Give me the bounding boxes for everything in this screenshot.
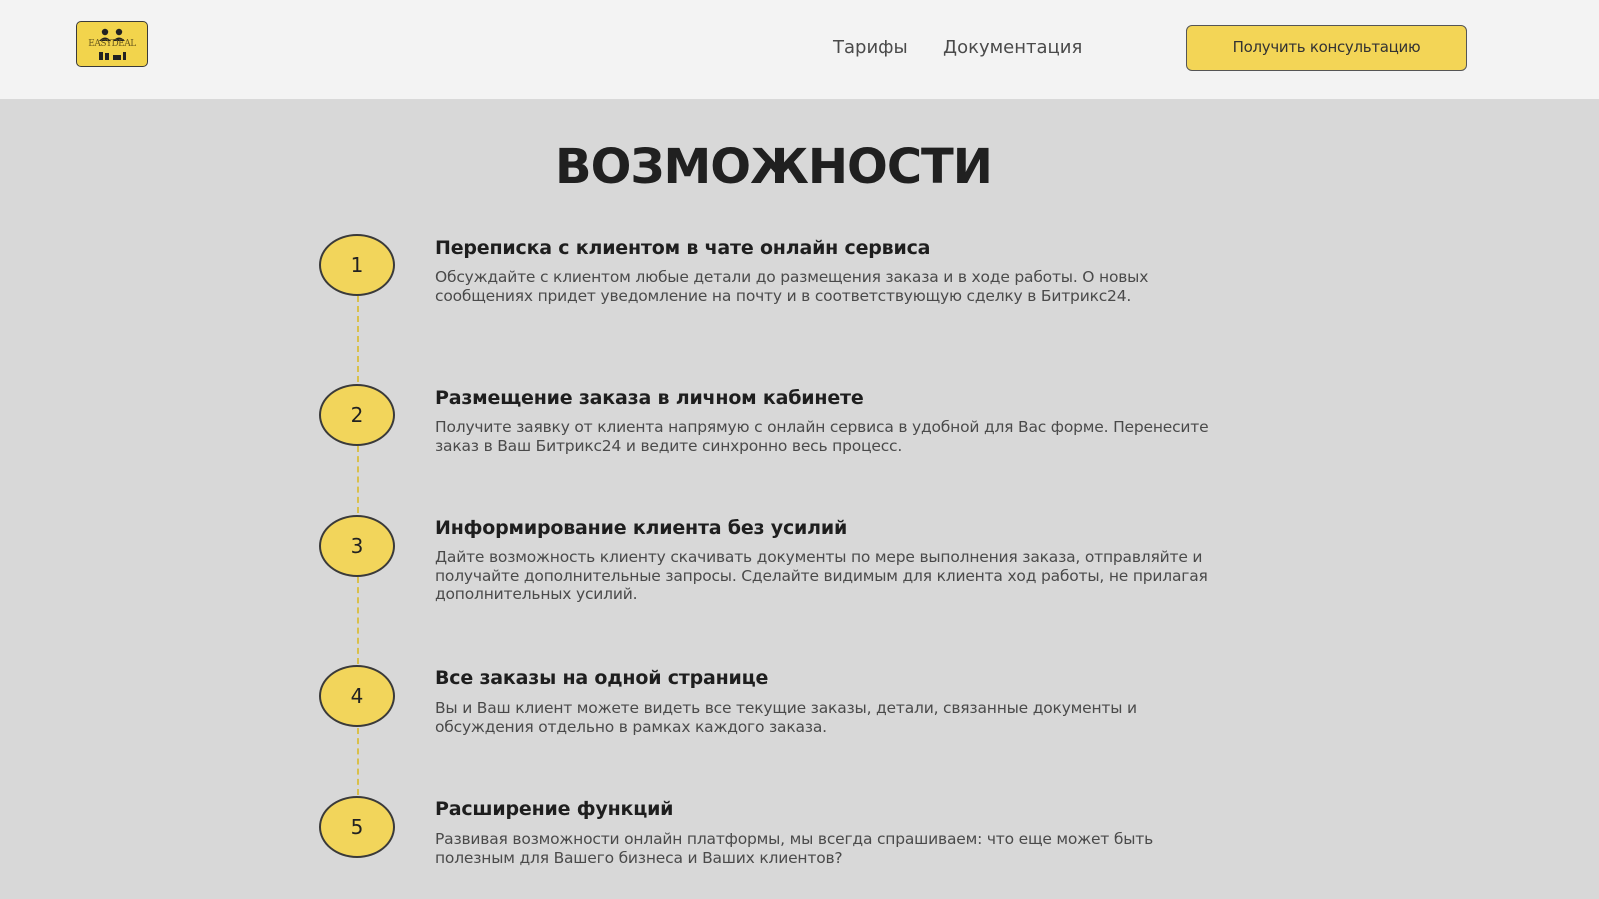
step-title: Переписка с клиентом в чате онлайн серви… [435, 237, 931, 259]
timeline-connector [357, 577, 359, 664]
step-number-badge: 3 [319, 515, 395, 577]
step-title: Размещение заказа в личном кабинете [435, 387, 864, 409]
site-header: EASYDEAL Тарифы Документация Получить ко… [0, 0, 1599, 99]
timeline-connector [357, 296, 359, 382]
step-title: Все заказы на одной странице [435, 667, 769, 689]
step-number-badge: 1 [319, 234, 395, 296]
step-description: Вы и Ваш клиент можете видеть все текущи… [435, 699, 1137, 736]
step-description: Получите заявку от клиента напрямую с он… [435, 418, 1209, 455]
step-title: Расширение функций [435, 798, 674, 820]
step-title: Информирование клиента без усилий [435, 517, 848, 539]
logo-wordmark: EASYDEAL [88, 39, 136, 49]
section-title: ВОЗМОЖНОСТИ [555, 139, 993, 195]
step-description: Дайте возможность клиенту скачивать доку… [435, 548, 1208, 603]
nav-link-tariffs[interactable]: Тарифы [833, 37, 908, 59]
nav-link-documentation[interactable]: Документация [943, 37, 1082, 59]
step-number-badge: 2 [319, 384, 395, 446]
step-description: Обсуждайте с клиентом любые детали до ра… [435, 268, 1149, 305]
get-consultation-button[interactable]: Получить консультацию [1186, 25, 1467, 71]
timeline-connector [357, 446, 359, 513]
step-number-badge: 4 [319, 665, 395, 727]
step-number-badge: 5 [319, 796, 395, 858]
easydeal-logo[interactable]: EASYDEAL [76, 21, 148, 67]
step-description: Развивая возможности онлайн платформы, м… [435, 830, 1154, 867]
timeline-connector [357, 728, 359, 795]
